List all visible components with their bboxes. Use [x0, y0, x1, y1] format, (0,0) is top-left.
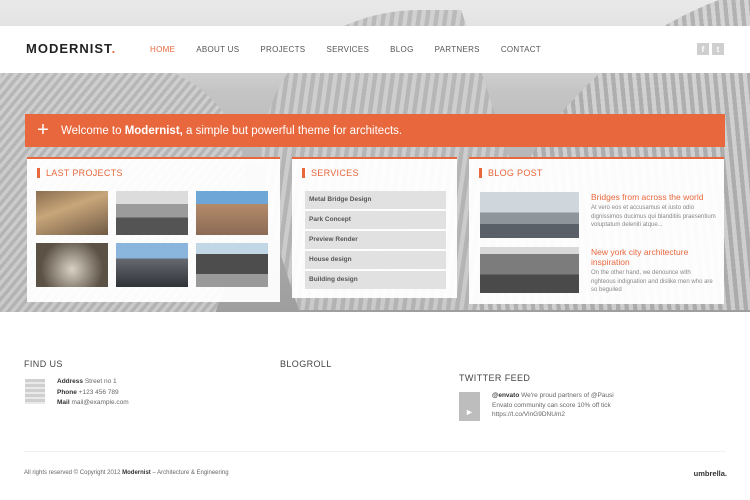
- nav-services[interactable]: SERVICES: [326, 45, 369, 54]
- phone-label: Phone: [57, 388, 77, 396]
- welcome-text: Welcome to Modernist, a simple but power…: [61, 125, 402, 137]
- last-projects-title: LAST PROJECTS: [37, 168, 123, 178]
- tweet: @envato We're proud partners of @Pausi E…: [492, 391, 622, 420]
- blogroll-heading: BLOGROLL: [280, 359, 332, 369]
- project-thumbnails: [36, 191, 268, 287]
- copyright-brand: Modernist: [122, 470, 151, 476]
- service-item[interactable]: Preview Render: [305, 231, 446, 249]
- find-us-heading: FIND US: [24, 359, 63, 369]
- social-links: f t: [697, 43, 724, 55]
- copyright-text: All rights reserved © Copyright 2012: [24, 470, 123, 476]
- project-thumbnail[interactable]: [36, 191, 108, 235]
- nav-blog[interactable]: BLOG: [390, 45, 413, 54]
- footer-divider: [24, 451, 726, 452]
- project-thumbnail[interactable]: [36, 243, 108, 287]
- nav-contact[interactable]: CONTACT: [501, 45, 541, 54]
- site-logo[interactable]: MODERNIST.: [26, 41, 116, 56]
- site-header: MODERNIST. HOME ABOUT US PROJECTS SERVIC…: [0, 26, 750, 73]
- blog-post-image[interactable]: [480, 247, 579, 293]
- welcome-text-before: Welcome to: [61, 124, 125, 137]
- address-label: Address: [57, 378, 84, 385]
- contact-mail: Mail mail@example.com: [57, 398, 129, 409]
- address-value: Street no 1: [84, 378, 117, 385]
- project-thumbnail[interactable]: [116, 243, 188, 287]
- nav-about-us[interactable]: ABOUT US: [196, 45, 239, 54]
- twitter-feed-heading: TWITTER FEED: [459, 373, 531, 383]
- logo-text: MODERNIST: [26, 41, 112, 56]
- logo-dot: .: [111, 41, 117, 56]
- nav-projects[interactable]: PROJECTS: [260, 45, 305, 54]
- copyright: All rights reserved © Copyright 2012 Mod…: [24, 470, 229, 476]
- project-thumbnail[interactable]: [116, 191, 188, 235]
- contact-info: Address Street no 1 Phone +123 456 789 M…: [57, 377, 129, 409]
- service-item[interactable]: House design: [305, 251, 446, 269]
- blog-post-box: BLOG POST Bridges from across the world …: [469, 157, 724, 304]
- blog-post-title: BLOG POST: [479, 168, 543, 178]
- service-item[interactable]: Park Concept: [305, 211, 446, 229]
- services-title: SERVICES: [302, 168, 359, 178]
- service-item[interactable]: Building design: [305, 271, 446, 289]
- welcome-text-after: a simple but powerful theme for architec…: [182, 124, 403, 137]
- blog-post-excerpt: At vero eos et accusamus et iusto odio d…: [591, 205, 716, 228]
- facebook-icon[interactable]: f: [697, 43, 709, 55]
- blog-post-heading[interactable]: New york city architecture inspiration: [591, 247, 717, 267]
- contact-phone: Phone +123 456 789: [57, 388, 129, 399]
- building-icon: [25, 379, 45, 404]
- mail-label: Mail: [57, 399, 70, 406]
- tweet-user[interactable]: @envato: [492, 392, 519, 399]
- services-list: Metal Bridge Design Park Concept Preview…: [305, 191, 446, 291]
- copyright-suffix: – Architecture & Engineering: [150, 470, 229, 476]
- contact-address: Address Street no 1: [57, 377, 129, 388]
- services-box: SERVICES Metal Bridge Design Park Concep…: [292, 157, 457, 298]
- service-item[interactable]: Metal Bridge Design: [305, 191, 446, 209]
- blog-post-image[interactable]: [480, 192, 579, 238]
- twitter-icon[interactable]: t: [712, 43, 724, 55]
- umbrella-logo[interactable]: umbrella.: [694, 469, 727, 478]
- plus-icon: +: [37, 119, 49, 141]
- welcome-banner: + Welcome to Modernist, a simple but pow…: [25, 114, 725, 147]
- project-thumbnail[interactable]: [196, 191, 268, 235]
- blog-post-heading[interactable]: Bridges from across the world: [591, 192, 717, 202]
- nav-partners[interactable]: PARTNERS: [435, 45, 480, 54]
- mail-value[interactable]: mail@example.com: [71, 399, 128, 406]
- last-projects-box: LAST PROJECTS: [27, 157, 280, 302]
- nav-home[interactable]: HOME: [150, 45, 175, 54]
- phone-value: +123 456 789: [78, 388, 119, 396]
- project-thumbnail[interactable]: [196, 243, 268, 287]
- welcome-brand: Modernist,: [124, 124, 183, 137]
- main-nav: HOME ABOUT US PROJECTS SERVICES BLOG PAR…: [150, 45, 562, 54]
- blog-post-excerpt: On the other hand, we denounce with righ…: [591, 270, 713, 293]
- twitter-bird-icon: ►: [459, 392, 480, 421]
